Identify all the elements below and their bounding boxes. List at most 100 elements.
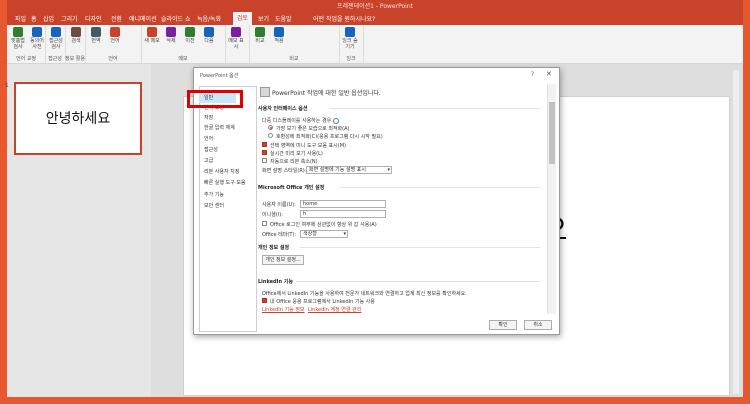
privacy-settings-button[interactable]: 개인 정보 설정... bbox=[262, 255, 304, 265]
ribbon-group-label: 접근성 bbox=[48, 56, 62, 62]
options-category-item[interactable]: 추가 기능 bbox=[204, 191, 224, 198]
ribbon-button[interactable]: 삭제 bbox=[162, 27, 180, 44]
ribbon-button-label: 잉크 숨기기 bbox=[342, 38, 358, 50]
mini-toolbar-checkbox[interactable] bbox=[262, 142, 267, 147]
tooltip-style-select[interactable]: 화면 설명에 기능 설명 표시 bbox=[306, 166, 392, 174]
slide-number: 1 bbox=[5, 82, 9, 89]
options-category-item[interactable]: 언어 bbox=[204, 135, 213, 142]
always-use-checkbox[interactable] bbox=[262, 221, 267, 226]
ribbon-button[interactable]: 이전 bbox=[181, 27, 199, 44]
window-title: 프레젠테이션1 - PowerPoint bbox=[337, 3, 413, 10]
ribbon-tab[interactable]: 녹음/녹화 bbox=[197, 14, 221, 23]
ribbon-button[interactable]: 동의어 사전 bbox=[28, 27, 46, 50]
radio-best-appearance[interactable] bbox=[268, 125, 273, 130]
ribbon-tab[interactable]: 애니메이션 bbox=[129, 14, 157, 23]
ribbon-button-icon bbox=[274, 27, 284, 37]
ribbon-button-icon bbox=[32, 27, 42, 37]
powerpoint-options-dialog: PowerPoint 옵션 ? ✕ 일반 언어 교정 저장 한글 입력 체계 언어 접근성… bbox=[193, 67, 560, 335]
options-category-item[interactable]: 고급 bbox=[204, 157, 213, 164]
ribbon-button-icon bbox=[147, 27, 157, 37]
intro-text: PowerPoint 작업에 대한 일반 옵션입니다. bbox=[272, 90, 381, 97]
ribbon-tab[interactable]: 디자인 bbox=[85, 14, 102, 23]
live-preview-label: 실시간 미리 보기 사용(L) bbox=[270, 151, 323, 157]
ribbon-group-label: 정보 활용 bbox=[65, 56, 85, 62]
linkedin-info-link[interactable]: LinkedIn 기능 정보 bbox=[262, 306, 305, 313]
linkedin-checkbox[interactable] bbox=[262, 298, 267, 303]
auto-collapse-checkbox[interactable] bbox=[262, 158, 267, 163]
ok-button[interactable]: 확인 bbox=[489, 320, 517, 330]
title-bar: 프레젠테이션1 - PowerPoint bbox=[7, 0, 743, 12]
ribbon-group-label: 비교 bbox=[289, 56, 299, 62]
ribbon: 맞춤법 검사 동의어 사전 언어 교정 접근성 검사 접근성 검색 정보 활용 번역 언어 언어 새… bbox=[7, 25, 743, 64]
options-category-item[interactable]: 한글 입력 체계 bbox=[204, 124, 235, 131]
ribbon-tab[interactable]: 슬라이드 쇼 bbox=[161, 14, 191, 23]
ribbon-button-icon bbox=[91, 27, 101, 37]
ribbon-button-label: 새 메모 bbox=[144, 38, 160, 44]
general-options-icon bbox=[260, 87, 270, 97]
live-preview-checkbox[interactable] bbox=[262, 150, 267, 155]
ribbon-tab[interactable]: 홈 bbox=[31, 14, 37, 23]
office-theme-label: Office 테마(T): bbox=[262, 232, 297, 238]
ribbon-button-icon bbox=[13, 27, 23, 37]
options-category-item[interactable]: 리본 사용자 지정 bbox=[204, 168, 239, 175]
mini-toolbar-label: 선택 영역에 미니 도구 모음 표시(M) bbox=[270, 143, 346, 149]
tell-me-search[interactable]: 어떤 작업을 원하시나요? bbox=[313, 14, 375, 23]
ribbon-button-label: 적용 bbox=[274, 38, 284, 44]
ribbon-tab[interactable]: 그리기 bbox=[61, 14, 78, 23]
ribbon-group: 잉크 숨기기 잉크 bbox=[339, 25, 364, 63]
ribbon-tab[interactable]: 도움말 bbox=[275, 14, 292, 23]
ribbon-button-icon bbox=[345, 27, 355, 37]
ribbon-button[interactable]: 다음 bbox=[200, 27, 218, 44]
ribbon-button-label: 검색 bbox=[71, 38, 81, 44]
ribbon-tab[interactable]: 삽입 bbox=[43, 14, 54, 23]
options-category-item[interactable]: 저장 bbox=[204, 114, 213, 121]
ribbon-tab[interactable]: 전환 bbox=[111, 14, 122, 23]
info-icon bbox=[333, 117, 340, 124]
ribbon-button-label: 번역 bbox=[91, 38, 101, 44]
ribbon-group: 검색정보 활용 bbox=[65, 25, 86, 63]
radio-compatibility-label: 호환성에 최적화(C)(응용 프로그램 다시 시작 필요) bbox=[276, 134, 383, 140]
ribbon-button-icon bbox=[51, 27, 61, 37]
dialog-scrollbar-thumb[interactable] bbox=[549, 102, 555, 164]
ribbon-button-icon bbox=[185, 27, 195, 37]
radio-compatibility[interactable] bbox=[268, 133, 273, 138]
ribbon-button[interactable]: 번역 bbox=[87, 27, 105, 44]
ribbon-button-icon bbox=[71, 27, 81, 37]
tooltip-style-label: 화면 설명 스타일(R): bbox=[262, 168, 307, 174]
ribbon-button[interactable]: 메모 표시 bbox=[227, 27, 245, 50]
help-icon[interactable]: ? bbox=[531, 71, 534, 78]
editor-scrollbar[interactable] bbox=[733, 70, 739, 394]
ribbon-button[interactable]: 검색 bbox=[67, 27, 85, 44]
username-input[interactable]: home bbox=[300, 200, 386, 208]
radio-best-appearance-label: 가장 보기 좋은 모습으로 최적화(A) bbox=[276, 126, 350, 132]
ribbon-button[interactable]: 비교 bbox=[251, 27, 269, 44]
ribbon-tab[interactable]: 검토 bbox=[233, 12, 253, 25]
cancel-button[interactable]: 취소 bbox=[524, 320, 552, 330]
options-category-item[interactable]: 접근성 bbox=[204, 146, 218, 153]
ribbon-button[interactable]: 적용 bbox=[270, 27, 288, 44]
ribbon-button[interactable]: 잉크 숨기기 bbox=[341, 27, 359, 50]
multi-display-label: 다중 디스플레이를 사용하는 경우 bbox=[262, 117, 340, 124]
frame-right bbox=[743, 0, 750, 404]
slide-thumbnail[interactable]: 안녕하세요 bbox=[14, 82, 142, 155]
dialog-scrollbar[interactable] bbox=[547, 84, 556, 314]
ribbon-button[interactable]: 언어 bbox=[106, 27, 124, 44]
ribbon-tab[interactable]: 파일 bbox=[15, 14, 26, 23]
close-icon[interactable]: ✕ bbox=[546, 70, 552, 78]
ribbon-tab[interactable]: 보기 bbox=[258, 14, 269, 23]
options-category-item[interactable]: 보안 센터 bbox=[204, 202, 224, 209]
always-use-label: Office 로그인 여부에 상관없이 항상 위 값 사용(A) bbox=[270, 222, 377, 228]
initials-label: 이니셜(I): bbox=[262, 212, 283, 218]
office-theme-select[interactable]: 색상형 bbox=[300, 230, 348, 238]
ribbon-group: 메모 표시 bbox=[225, 25, 250, 63]
ribbon-group: 새 메모 삭제 이전 다음 메모 bbox=[141, 25, 226, 63]
ribbon-button[interactable]: 접근성 검사 bbox=[47, 27, 65, 50]
ribbon-button[interactable]: 새 메모 bbox=[143, 27, 161, 44]
linkedin-account-link[interactable]: LinkedIn 계정 연결 관리 bbox=[308, 306, 361, 313]
ribbon-button-label: 메모 표시 bbox=[228, 38, 244, 50]
divider bbox=[300, 247, 540, 248]
initials-input[interactable]: h bbox=[300, 210, 386, 218]
ribbon-button-icon bbox=[166, 27, 176, 37]
options-category-item[interactable]: 빠른 실행 도구 모음 bbox=[204, 179, 246, 186]
ribbon-button[interactable]: 맞춤법 검사 bbox=[9, 27, 27, 50]
